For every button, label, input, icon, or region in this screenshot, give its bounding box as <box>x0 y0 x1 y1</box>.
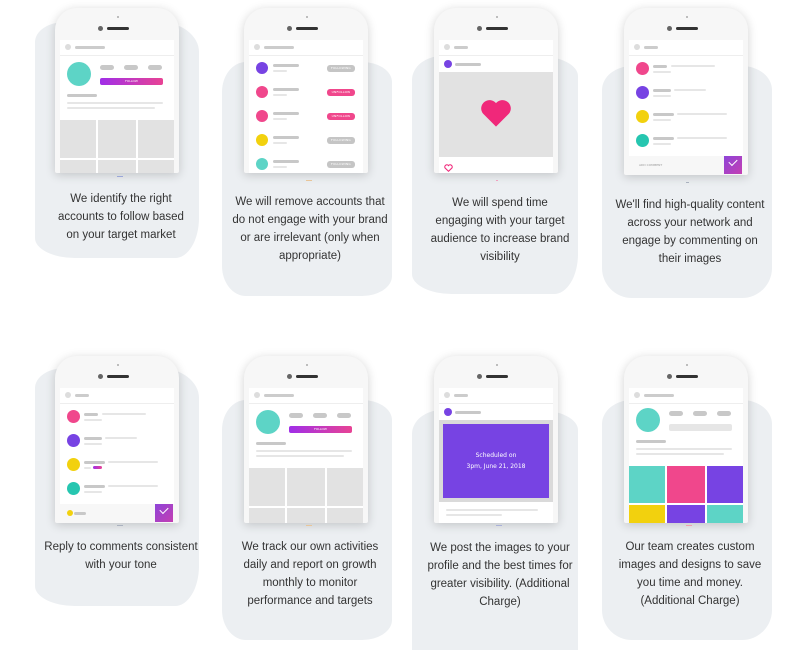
card-caption: We post the images to your profile and t… <box>427 542 573 608</box>
unfollow-badge: UNFOLLOW <box>327 89 355 96</box>
camera-icon <box>667 26 672 31</box>
phone-mockup <box>55 356 179 523</box>
profile-avatar <box>636 408 660 432</box>
app-header <box>629 388 743 404</box>
service-card-post-images: Scheduled on 3pm, June 21, 2018 We post … <box>410 348 590 650</box>
unfollow-badge: UNFOLLOW <box>327 113 355 120</box>
following-badge: FOLLOWING <box>327 137 355 144</box>
like-icon <box>444 164 453 172</box>
post-author-avatar <box>444 60 452 68</box>
speaker-icon <box>486 375 508 378</box>
app-header <box>249 388 363 404</box>
card-caption: We will spend time engaging with your ta… <box>430 197 570 263</box>
speaker-icon <box>676 375 698 378</box>
phone-mockup: FOLLOW <box>244 356 368 523</box>
check-icon <box>155 504 173 522</box>
service-card-track-report: FOLLOW We track our own activities daily… <box>220 348 400 643</box>
scheduled-datetime: 3pm, June 21, 2018 <box>466 463 526 470</box>
phone-screen: FOLLOW <box>249 388 363 523</box>
card-caption: Reply to comments consistent with your t… <box>44 541 198 571</box>
service-card-find-content: ADD COMMENT We'll find high-quality cont… <box>600 0 780 300</box>
speaker-icon <box>296 375 318 378</box>
follow-button: FOLLOW <box>100 78 163 85</box>
comment-input-bar: ADD COMMENT <box>629 156 743 175</box>
app-header <box>439 388 553 404</box>
heart-icon <box>481 100 511 127</box>
scheduled-label: Scheduled on <box>475 452 517 459</box>
sensor-dot <box>117 16 119 18</box>
app-header <box>439 40 553 56</box>
grid-image <box>707 505 743 523</box>
card-caption: We'll find high-quality content across y… <box>615 199 765 265</box>
grid-image <box>667 505 705 523</box>
phone-screen: FOLLOW <box>60 40 174 173</box>
grid-image <box>667 466 705 503</box>
speaker-icon <box>107 375 129 378</box>
phone-mockup: FOLLOWING UNFOLLOW UNFOLLOW FOLLOWING FO… <box>244 8 368 173</box>
user-avatar <box>67 510 73 516</box>
grid-image <box>629 505 665 523</box>
speaker-icon <box>676 27 698 30</box>
app-header <box>629 40 743 56</box>
camera-icon <box>287 374 292 379</box>
grid-image <box>707 466 743 503</box>
phone-screen <box>629 388 743 523</box>
camera-icon <box>667 374 672 379</box>
phone-mockup <box>434 8 558 173</box>
app-header <box>60 388 174 404</box>
phone-mockup: ADD COMMENT <box>624 8 748 175</box>
comment-placeholder: ADD COMMENT <box>639 163 663 167</box>
phone-screen <box>60 388 174 523</box>
camera-icon <box>98 374 103 379</box>
phone-screen <box>439 40 553 173</box>
check-icon <box>724 156 742 174</box>
card-caption: Our team creates custom images and desig… <box>618 541 762 607</box>
profile-avatar <box>256 410 280 434</box>
speaker-icon <box>296 27 318 30</box>
speaker-icon <box>107 27 129 30</box>
app-header <box>60 40 174 56</box>
service-card-custom-designs: Our team creates custom images and desig… <box>600 348 780 643</box>
grid-image <box>629 466 665 503</box>
phone-mockup <box>624 356 748 523</box>
phone-mockup: Scheduled on 3pm, June 21, 2018 <box>434 356 558 523</box>
camera-icon <box>477 374 482 379</box>
camera-icon <box>98 26 103 31</box>
card-caption: We track our own activities daily and re… <box>241 541 379 607</box>
service-card-identify-accounts: FOLLOW We identify the right accounts to… <box>31 0 211 260</box>
service-card-remove-accounts: FOLLOWING UNFOLLOW UNFOLLOW FOLLOWING FO… <box>220 0 400 300</box>
following-badge: FOLLOWING <box>327 65 355 72</box>
card-caption: We will remove accounts that do not enga… <box>232 196 388 262</box>
post-author-avatar <box>444 408 452 416</box>
service-card-engage-audience: We will spend time engaging with your ta… <box>410 0 590 300</box>
app-header <box>249 40 363 56</box>
camera-icon <box>287 26 292 31</box>
following-badge: FOLLOWING <box>327 161 355 168</box>
phone-screen: ADD COMMENT <box>629 40 743 175</box>
profile-avatar <box>67 62 91 86</box>
reply-tag <box>93 466 102 469</box>
scheduled-post-image: Scheduled on 3pm, June 21, 2018 <box>443 424 549 498</box>
phone-screen: Scheduled on 3pm, June 21, 2018 <box>439 388 553 523</box>
follow-button-placeholder <box>669 424 732 431</box>
service-card-reply-comments: Reply to comments consistent with your t… <box>31 348 211 638</box>
camera-icon <box>477 26 482 31</box>
phone-screen: FOLLOWING UNFOLLOW UNFOLLOW FOLLOWING FO… <box>249 40 363 173</box>
reply-input-bar <box>60 504 174 523</box>
follow-button: FOLLOW <box>289 426 352 433</box>
phone-mockup: FOLLOW <box>55 8 179 173</box>
card-caption: We identify the right accounts to follow… <box>58 193 184 241</box>
speaker-icon <box>486 27 508 30</box>
